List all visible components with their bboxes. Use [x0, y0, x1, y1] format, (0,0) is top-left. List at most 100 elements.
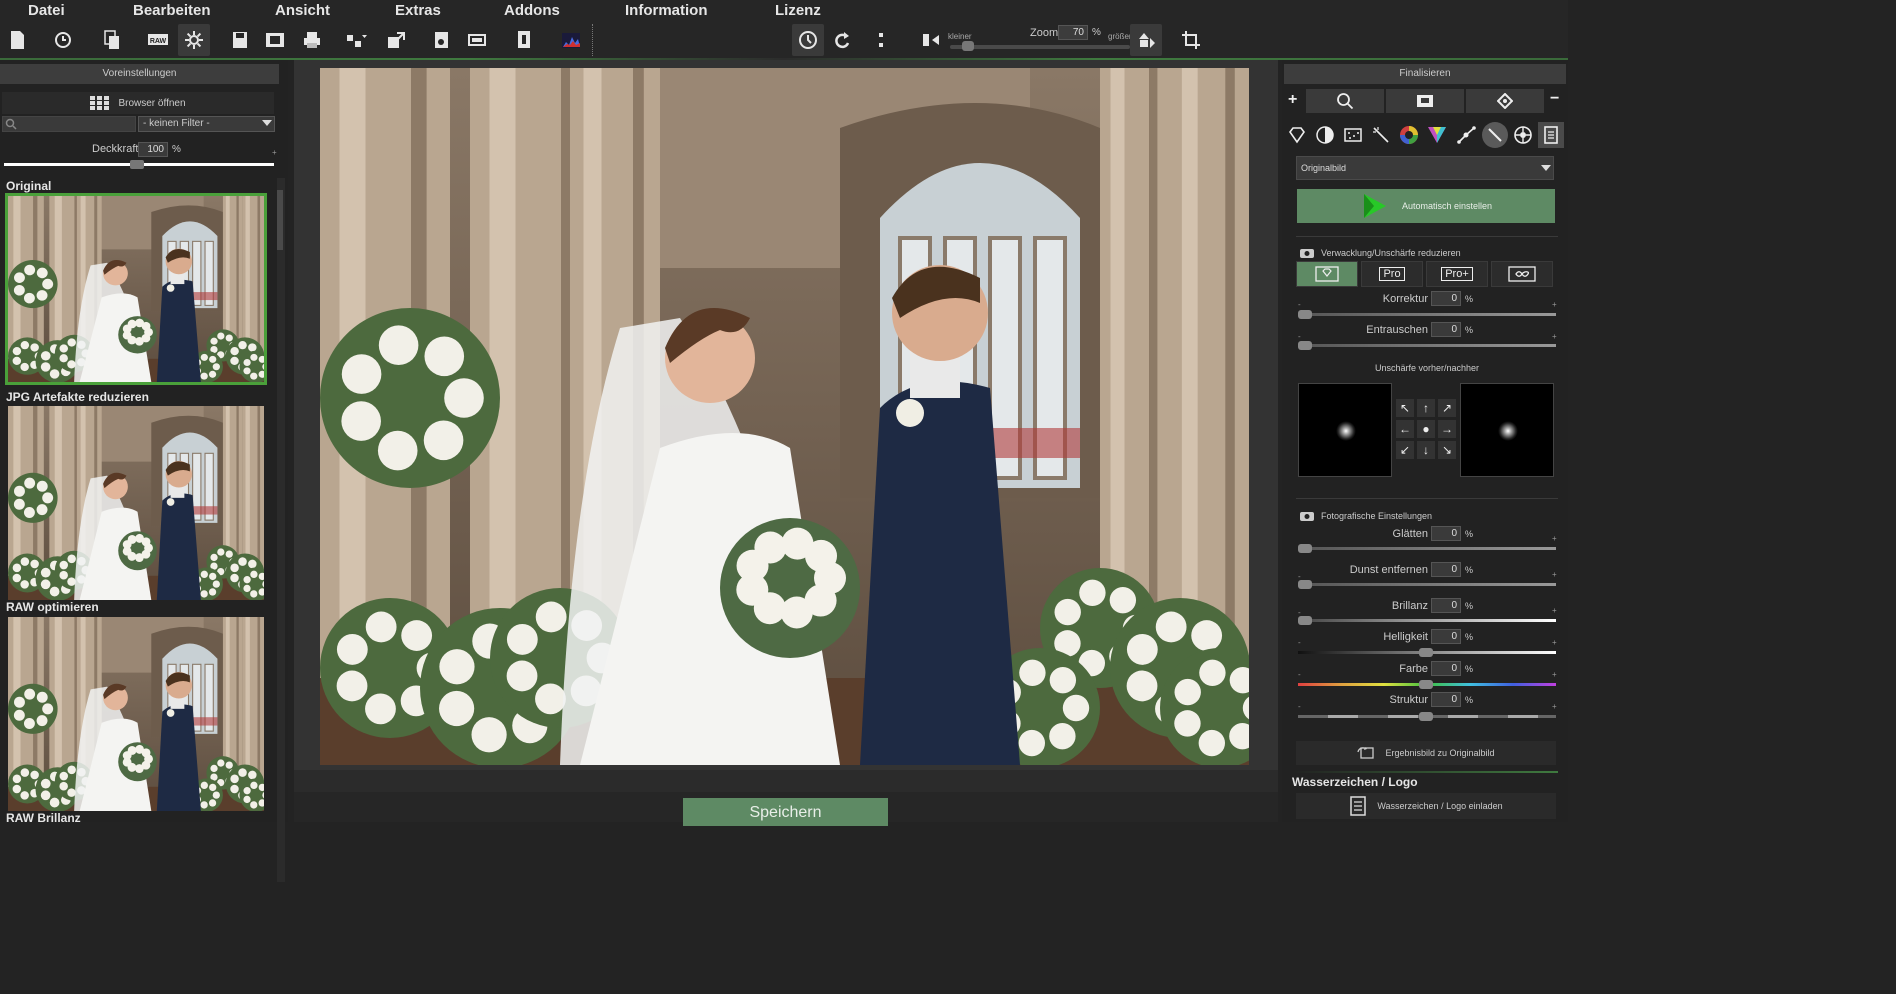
info-document-icon[interactable]	[508, 24, 540, 56]
menu-lizenz[interactable]: Lizenz	[775, 2, 821, 19]
brilliance-slider-thumb[interactable]	[1298, 616, 1312, 625]
gem-tool-icon[interactable]	[1284, 122, 1310, 148]
arrow-left-button[interactable]: ←	[1396, 420, 1414, 438]
arrow-up-left-button[interactable]: ↖	[1396, 399, 1414, 417]
main-photo[interactable]	[320, 68, 1249, 765]
copy-document-icon[interactable]	[96, 24, 128, 56]
denoise-slider-thumb[interactable]	[1298, 341, 1312, 350]
add-tab-button[interactable]: +	[1288, 91, 1297, 109]
preset-search-input[interactable]	[2, 116, 136, 132]
contrast-tool-icon[interactable]	[1312, 122, 1338, 148]
structure-slider-thumb[interactable]	[1419, 712, 1433, 721]
color-triangle-icon[interactable]	[1424, 122, 1450, 148]
save-button[interactable]: Speichern	[683, 798, 888, 826]
zoom-input[interactable]: 70	[1058, 25, 1088, 40]
opacity-plus: +	[272, 148, 277, 157]
correction-slider-thumb[interactable]	[1298, 310, 1312, 319]
auto-adjust-button[interactable]: Automatisch einstellen	[1297, 189, 1555, 223]
opacity-input[interactable]: 100	[138, 142, 168, 157]
raw-icon[interactable]: RAW	[142, 24, 174, 56]
preset-thumbnail-original[interactable]	[5, 193, 267, 385]
correction-slider[interactable]	[1298, 313, 1556, 316]
tab-frame[interactable]	[1386, 89, 1464, 113]
save-icon[interactable]	[224, 24, 256, 56]
tab-search[interactable]	[1306, 89, 1384, 113]
correction-input[interactable]: 0	[1431, 291, 1461, 306]
color-input[interactable]: 0	[1431, 661, 1461, 676]
arrow-down-left-button[interactable]: ↙	[1396, 441, 1414, 459]
arrow-down-button[interactable]: ↓	[1417, 441, 1435, 459]
zoom-slider-thumb[interactable]	[962, 41, 974, 51]
history-icon[interactable]	[47, 24, 79, 56]
menu-information[interactable]: Information	[625, 2, 708, 19]
print-icon[interactable]	[296, 24, 328, 56]
result-to-original-button[interactable]: Ergebnisbild zu Originalbild	[1296, 741, 1556, 765]
zoom-slider[interactable]	[950, 45, 1130, 49]
noise-tool-icon[interactable]	[1340, 122, 1366, 148]
split-icon[interactable]	[865, 24, 897, 56]
menu-ansicht[interactable]: Ansicht	[275, 2, 330, 19]
scrollbar-thumb[interactable]	[277, 190, 283, 250]
brightness-input[interactable]: 0	[1431, 629, 1461, 644]
document-tool-icon[interactable]	[1538, 122, 1564, 148]
image-view: Speichern	[294, 60, 1278, 826]
menu-addons[interactable]: Addons	[504, 2, 560, 19]
mode-pro-button[interactable]: Pro	[1361, 261, 1423, 287]
mode-pro-plus-button[interactable]: Pro+	[1426, 261, 1488, 287]
sharpen-wand-icon[interactable]	[1368, 122, 1394, 148]
denoise-input[interactable]: 0	[1431, 322, 1461, 337]
smooth-slider-thumb[interactable]	[1298, 544, 1312, 553]
compare-icon[interactable]	[461, 24, 493, 56]
open-browser-button[interactable]: Browser öffnen	[2, 92, 274, 114]
denoise-slider[interactable]	[1298, 344, 1556, 347]
mode-standard-button[interactable]	[1296, 261, 1358, 287]
settings-gear-icon[interactable]	[178, 24, 210, 56]
preset-thumbnail-raw-optimize[interactable]	[8, 617, 264, 811]
flip-icon[interactable]	[914, 24, 946, 56]
dehaze-slider-thumb[interactable]	[1298, 580, 1312, 589]
menu-bearbeiten[interactable]: Bearbeiten	[133, 2, 211, 19]
export-icon[interactable]	[380, 24, 412, 56]
crop-icon[interactable]	[1175, 24, 1207, 56]
preset-thumbnail-jpg-artifacts[interactable]	[8, 406, 264, 600]
brightness-slider-thumb[interactable]	[1419, 648, 1433, 657]
center-point-button[interactable]: ●	[1417, 420, 1435, 438]
histogram-icon[interactable]	[555, 24, 587, 56]
swap-icon	[1357, 747, 1375, 759]
deblur-tool-icon[interactable]	[1482, 122, 1508, 148]
aperture-tool-icon[interactable]	[1510, 122, 1536, 148]
time-compare-icon[interactable]	[792, 24, 824, 56]
dehaze-input[interactable]: 0	[1431, 562, 1461, 577]
zoom-fit-icon[interactable]	[1130, 24, 1162, 56]
arrow-up-button[interactable]: ↑	[1417, 399, 1435, 417]
mode-infinite-button[interactable]	[1491, 261, 1553, 287]
source-image-select[interactable]: Originalbild	[1296, 156, 1554, 180]
film-strip-icon[interactable]	[259, 24, 291, 56]
batch-icon[interactable]	[426, 24, 458, 56]
toolbar: RAW kleiner Zoom 70 % größer	[0, 22, 1568, 59]
mode-pro-plus-label: Pro+	[1441, 267, 1473, 281]
brilliance-slider[interactable]	[1298, 619, 1556, 622]
opacity-slider-thumb[interactable]	[130, 160, 144, 169]
smooth-input[interactable]: 0	[1431, 526, 1461, 541]
menu-extras[interactable]: Extras	[395, 2, 441, 19]
dehaze-slider[interactable]	[1298, 583, 1556, 586]
tab-diamond[interactable]	[1466, 89, 1544, 113]
redo-icon[interactable]	[826, 24, 858, 56]
color-slider-thumb[interactable]	[1419, 680, 1433, 689]
curves-tool-icon[interactable]	[1454, 122, 1480, 148]
arrow-up-right-button[interactable]: ↗	[1438, 399, 1456, 417]
load-watermark-button[interactable]: Wasserzeichen / Logo einladen	[1296, 793, 1556, 819]
arrow-right-button[interactable]: →	[1438, 420, 1456, 438]
menu-datei[interactable]: Datei	[28, 2, 65, 19]
arrow-down-right-button[interactable]: ↘	[1438, 441, 1456, 459]
smooth-slider[interactable]	[1298, 547, 1556, 550]
layout-dropdown-icon[interactable]	[340, 24, 372, 56]
filter-select[interactable]: - keinen Filter -	[138, 116, 275, 132]
remove-tab-button[interactable]: −	[1550, 90, 1559, 108]
new-document-icon[interactable]	[1, 24, 33, 56]
brilliance-input[interactable]: 0	[1431, 598, 1461, 613]
color-wheel-icon[interactable]	[1396, 122, 1422, 148]
presets-scrollbar[interactable]	[277, 178, 285, 882]
structure-input[interactable]: 0	[1431, 692, 1461, 707]
